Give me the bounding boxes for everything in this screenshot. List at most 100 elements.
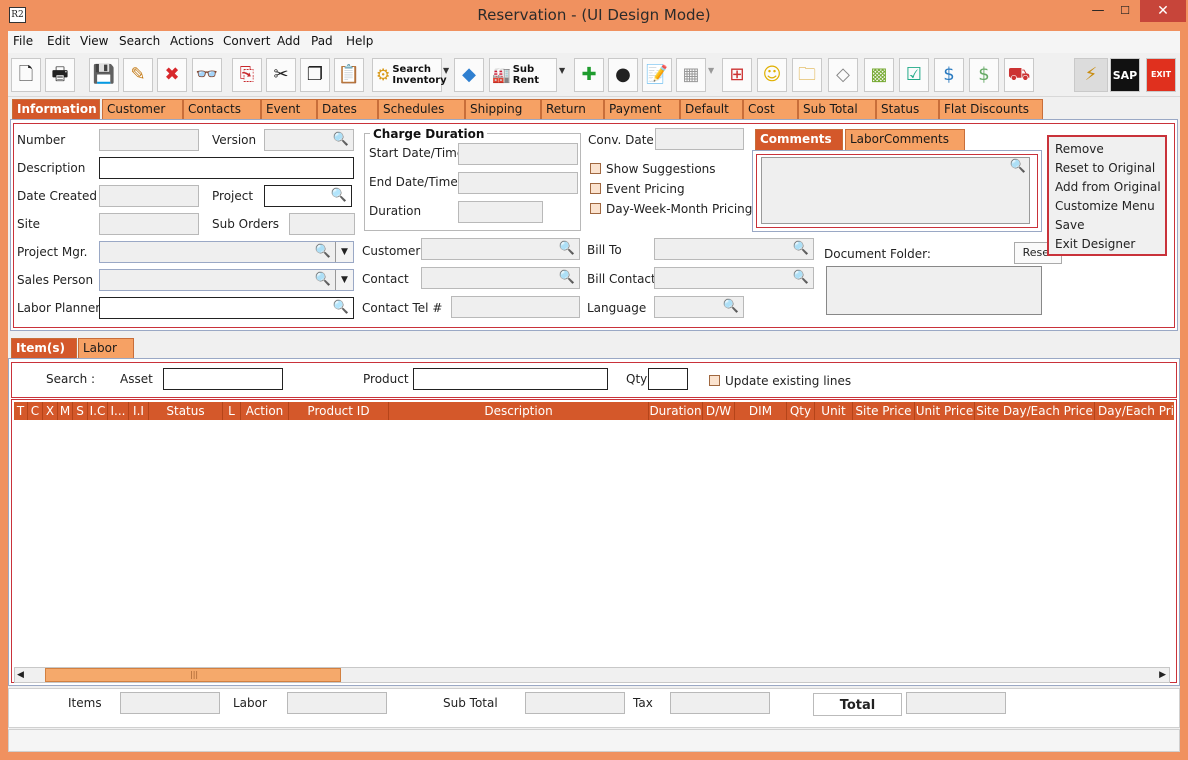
invoice-money-icon[interactable]: $ (969, 58, 999, 92)
search-icon[interactable]: 🔍 (723, 299, 739, 314)
event-pricing-checkbox[interactable] (590, 183, 601, 194)
search-inventory-button[interactable]: ⚙ Search Inventory (372, 58, 447, 92)
save-icon[interactable]: 💾 (89, 58, 119, 92)
sales-person-combo[interactable]: 🔍 ▼ (99, 269, 354, 291)
tab-labor[interactable]: Labor (78, 338, 134, 358)
maximize-button[interactable]: ☐ (1112, 0, 1138, 22)
comments-textarea[interactable]: 🔍 (761, 157, 1030, 224)
paste-icon[interactable]: 📋 (334, 58, 364, 92)
scroll-right-icon[interactable]: ▶ (1159, 668, 1166, 682)
search-icon[interactable]: 🔍 (793, 241, 809, 256)
bill-to-field[interactable]: 🔍 (654, 238, 814, 260)
edit-pencil-icon[interactable]: ✎ (123, 58, 153, 92)
col-unit-price[interactable]: Unit Price (915, 402, 975, 420)
col-ii[interactable]: I.I (129, 402, 149, 420)
number-field[interactable] (99, 129, 199, 151)
tab-return[interactable]: Return (541, 99, 604, 119)
menu-add-from-original[interactable]: Add from Original (1055, 180, 1161, 194)
tab-labor-comments[interactable]: LaborComments (845, 129, 965, 150)
col-l[interactable]: L (223, 402, 241, 420)
menu-convert[interactable]: Convert (223, 34, 270, 48)
sub-rent-button[interactable]: 🏭 Sub Rent (489, 58, 557, 92)
tab-flat-discounts[interactable]: Flat Discounts (939, 99, 1043, 119)
project-mgr-combo[interactable]: 🔍 ▼ (99, 241, 354, 263)
bill-contact-field[interactable]: 🔍 (654, 267, 814, 289)
search-icon[interactable]: 🔍 (559, 241, 575, 256)
horizontal-scrollbar[interactable]: ◀ ||| ▶ (14, 667, 1170, 683)
dwm-pricing-checkbox[interactable] (590, 203, 601, 214)
truck-icon[interactable]: ⛟ (1004, 58, 1034, 92)
col-m[interactable]: M (58, 402, 73, 420)
cut-icon[interactable]: ✂ (266, 58, 296, 92)
close-window-button[interactable]: ✕ (1140, 0, 1186, 22)
tab-default[interactable]: Default (680, 99, 743, 119)
search-inventory-dropdown[interactable]: ▼ (443, 66, 451, 75)
tab-cost[interactable]: Cost (743, 99, 798, 119)
sub-rent-dropdown[interactable]: ▼ (559, 66, 567, 75)
show-suggestions-checkbox[interactable] (590, 163, 601, 174)
design-mode-icon[interactable]: ⚡ (1074, 58, 1108, 92)
sub-orders-field[interactable] (289, 213, 355, 235)
search-icon[interactable]: 🔍 (315, 244, 331, 259)
product-search-input[interactable] (413, 368, 608, 390)
labor-planner-field[interactable]: 🔍 (99, 297, 354, 319)
version-field[interactable]: 🔍 (264, 129, 354, 151)
calendar-disabled-icon[interactable]: ▦ (676, 58, 706, 92)
search-icon[interactable]: 🔍 (1010, 159, 1026, 174)
search-icon[interactable]: 🔍 (333, 132, 349, 147)
menu-edit[interactable]: Edit (47, 34, 70, 48)
copy-document-icon[interactable]: ⎘ (232, 58, 262, 92)
tab-status[interactable]: Status (876, 99, 939, 119)
tab-event[interactable]: Event (261, 99, 317, 119)
tab-items[interactable]: Item(s) (11, 338, 77, 358)
contact-field[interactable]: 🔍 (421, 267, 580, 289)
menu-actions[interactable]: Actions (170, 34, 214, 48)
calendar-dropdown[interactable]: ▼ (708, 66, 716, 75)
balls-icon[interactable]: ● (608, 58, 638, 92)
search-icon[interactable]: 🔍 (793, 270, 809, 285)
tab-dates[interactable]: Dates (317, 99, 378, 119)
menu-exit-designer[interactable]: Exit Designer (1055, 237, 1135, 251)
col-s[interactable]: S (73, 402, 88, 420)
search-icon[interactable]: 🔍 (559, 270, 575, 285)
scroll-left-icon[interactable]: ◀ (17, 668, 24, 682)
menu-add[interactable]: Add (277, 34, 300, 48)
col-i-ellipsis[interactable]: I... (108, 402, 129, 420)
tab-contacts[interactable]: Contacts (183, 99, 261, 119)
sap-button[interactable]: SAP (1110, 58, 1140, 92)
search-icon[interactable]: 🔍 (333, 300, 349, 315)
binoculars-icon[interactable]: 👓 (192, 58, 222, 92)
chevron-down-icon[interactable]: ▼ (335, 242, 353, 262)
new-document-icon[interactable]: 🗋 (11, 58, 41, 92)
print-icon[interactable]: 🖶 (45, 58, 75, 92)
col-dim[interactable]: DIM (735, 402, 787, 420)
tab-payment[interactable]: Payment (604, 99, 680, 119)
smiley-icon[interactable]: ☺ (757, 58, 787, 92)
menu-customize-menu[interactable]: Customize Menu (1055, 199, 1155, 213)
chevron-down-icon[interactable]: ▼ (335, 270, 353, 290)
copy-icon[interactable]: ❐ (300, 58, 330, 92)
tab-comments[interactable]: Comments (755, 129, 843, 150)
notepad-icon[interactable]: 📝 (642, 58, 672, 92)
menu-pad[interactable]: Pad (311, 34, 333, 48)
menu-reset-to-original[interactable]: Reset to Original (1055, 161, 1155, 175)
start-datetime-field[interactable] (458, 143, 578, 165)
col-unit[interactable]: Unit (815, 402, 853, 420)
col-site-day-each-price[interactable]: Site Day/Each Price (975, 402, 1095, 420)
menu-remove[interactable]: Remove (1055, 142, 1104, 156)
search-icon[interactable]: 🔍 (315, 272, 331, 287)
site-field[interactable] (99, 213, 199, 235)
exit-button[interactable]: EXIT (1146, 58, 1176, 92)
col-site-price[interactable]: Site Price (853, 402, 915, 420)
grid-body[interactable] (14, 420, 1174, 666)
update-existing-checkbox[interactable] (709, 375, 720, 386)
tab-sub-total[interactable]: Sub Total (798, 99, 876, 119)
col-ic[interactable]: I.C (88, 402, 108, 420)
cubes-icon[interactable]: ▩ (864, 58, 894, 92)
project-field[interactable]: 🔍 (264, 185, 352, 207)
col-t[interactable]: T (14, 402, 28, 420)
document-folder-box[interactable] (826, 266, 1042, 315)
checklist-icon[interactable]: ☑ (899, 58, 929, 92)
customer-field[interactable]: 🔍 (421, 238, 580, 260)
qty-input[interactable] (648, 368, 688, 390)
